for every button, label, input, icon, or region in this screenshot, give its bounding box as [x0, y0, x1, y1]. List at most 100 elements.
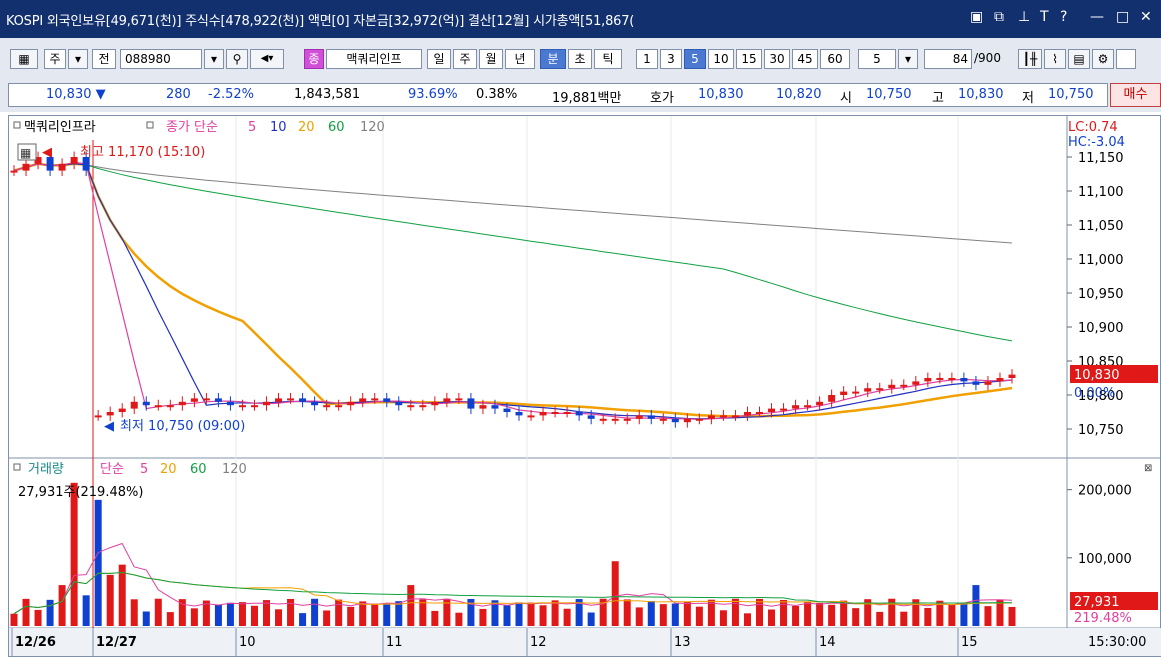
vol-ma-60: 60	[190, 462, 207, 477]
candle-body	[587, 415, 595, 419]
price-legend-name: 맥쿼리인프라	[24, 120, 96, 135]
candle-body	[719, 415, 727, 418]
volume-bar	[755, 598, 763, 626]
volume-bar	[996, 599, 1004, 626]
min-price-label: 최저 10,750 (09:00)	[120, 419, 245, 434]
candle-body	[683, 418, 691, 423]
ma-legend-5: 5	[248, 120, 256, 135]
ma-legend-10: 10	[270, 120, 287, 135]
candle-body	[250, 405, 258, 408]
lc-value: LC:0.74	[1068, 120, 1118, 135]
volume-bar	[46, 599, 54, 626]
volume-ma-lines	[13, 542, 1013, 615]
volume-bar	[563, 608, 571, 626]
volume-bar	[539, 605, 547, 626]
candle-body	[371, 398, 379, 401]
volume-bar	[275, 609, 283, 626]
candle-body	[263, 401, 271, 406]
time-tick-label: 10	[239, 635, 256, 650]
time-axis-bg	[9, 628, 1161, 656]
volume-bar	[142, 611, 150, 626]
volume-bar	[263, 600, 271, 626]
volume-bar	[647, 601, 655, 626]
candle-body	[575, 412, 583, 416]
candle-body	[852, 391, 860, 394]
volume-bar	[1008, 606, 1016, 626]
volume-bar	[743, 613, 751, 626]
volume-bar	[792, 605, 800, 626]
volume-bar	[587, 612, 595, 626]
volume-bar	[876, 611, 884, 626]
candle-body	[755, 412, 763, 414]
candle-body	[888, 384, 896, 389]
candle-body	[395, 401, 403, 406]
price-tick-label: 11,050	[1078, 219, 1124, 234]
price-tick-label: 10,750	[1078, 423, 1124, 438]
candle-body	[383, 398, 391, 402]
price-volume-chart[interactable]: 11,150 11,100 11,050 11,000 10,950 10,900 10,8…	[0, 0, 1161, 657]
candle-body	[647, 415, 655, 419]
candle-body	[443, 398, 451, 402]
volume-bar	[671, 603, 679, 626]
candle-body	[22, 163, 30, 171]
candle-body	[960, 378, 968, 382]
volume-bar	[695, 606, 703, 626]
volume-bar	[527, 602, 535, 626]
vol-ma-120: 120	[222, 462, 247, 477]
volume-bar	[431, 610, 439, 626]
volume-bar	[359, 601, 367, 626]
min-arrow-icon: ◀	[104, 419, 114, 434]
volume-bar	[455, 612, 463, 626]
price-tick-label: 11,000	[1078, 253, 1124, 268]
candle-body	[359, 398, 367, 402]
current-volume-pct: 219.48%	[1074, 611, 1132, 626]
candle-body	[876, 388, 884, 391]
ma-10-line	[13, 163, 1013, 420]
volume-bar	[106, 574, 114, 626]
candle-body	[118, 408, 126, 412]
candle-body	[323, 405, 331, 408]
candle-body	[311, 401, 319, 406]
volume-bar	[924, 607, 932, 626]
time-tick-label: 11	[386, 635, 403, 650]
pane-close-icon: ⊠	[1144, 463, 1152, 474]
candle-body	[10, 170, 18, 173]
candle-body	[106, 412, 114, 416]
candle-body	[840, 391, 848, 395]
volume-bar	[852, 608, 860, 626]
max-arrow-icon: ◀	[42, 145, 52, 160]
ma-legend-label: 종가 단순	[166, 120, 218, 135]
volume-bar	[82, 595, 90, 626]
time-tick-label: 13	[674, 635, 691, 650]
volume-bar	[659, 604, 667, 626]
price-tick-label: 10,900	[1078, 321, 1124, 336]
candles	[10, 151, 1016, 428]
candle-body	[503, 408, 511, 412]
volume-bar	[768, 609, 776, 626]
volume-bar	[683, 601, 691, 626]
candle-body	[948, 378, 956, 380]
volume-bar	[719, 610, 727, 626]
candle-body	[491, 405, 499, 409]
candle-body	[780, 408, 788, 411]
candle-body	[695, 418, 703, 421]
candle-body	[671, 418, 679, 423]
candle-body	[539, 412, 547, 416]
candle-body	[70, 157, 78, 164]
candle-body	[900, 384, 908, 387]
volume-tick-label: 100,000	[1078, 552, 1132, 567]
candle-body	[635, 415, 643, 419]
volume-bar	[948, 604, 956, 626]
candle-body	[527, 415, 535, 418]
candle-body	[659, 418, 667, 421]
volume-bar	[226, 602, 234, 626]
volume-bar	[154, 598, 162, 626]
candle-body	[479, 405, 487, 409]
time-tick-label: 12	[530, 635, 547, 650]
candle-body	[154, 405, 162, 408]
volume-bar	[371, 603, 379, 626]
volume-bar	[515, 602, 523, 626]
volume-bar	[347, 606, 355, 626]
candle-body	[455, 398, 463, 401]
candle-body	[792, 405, 800, 409]
